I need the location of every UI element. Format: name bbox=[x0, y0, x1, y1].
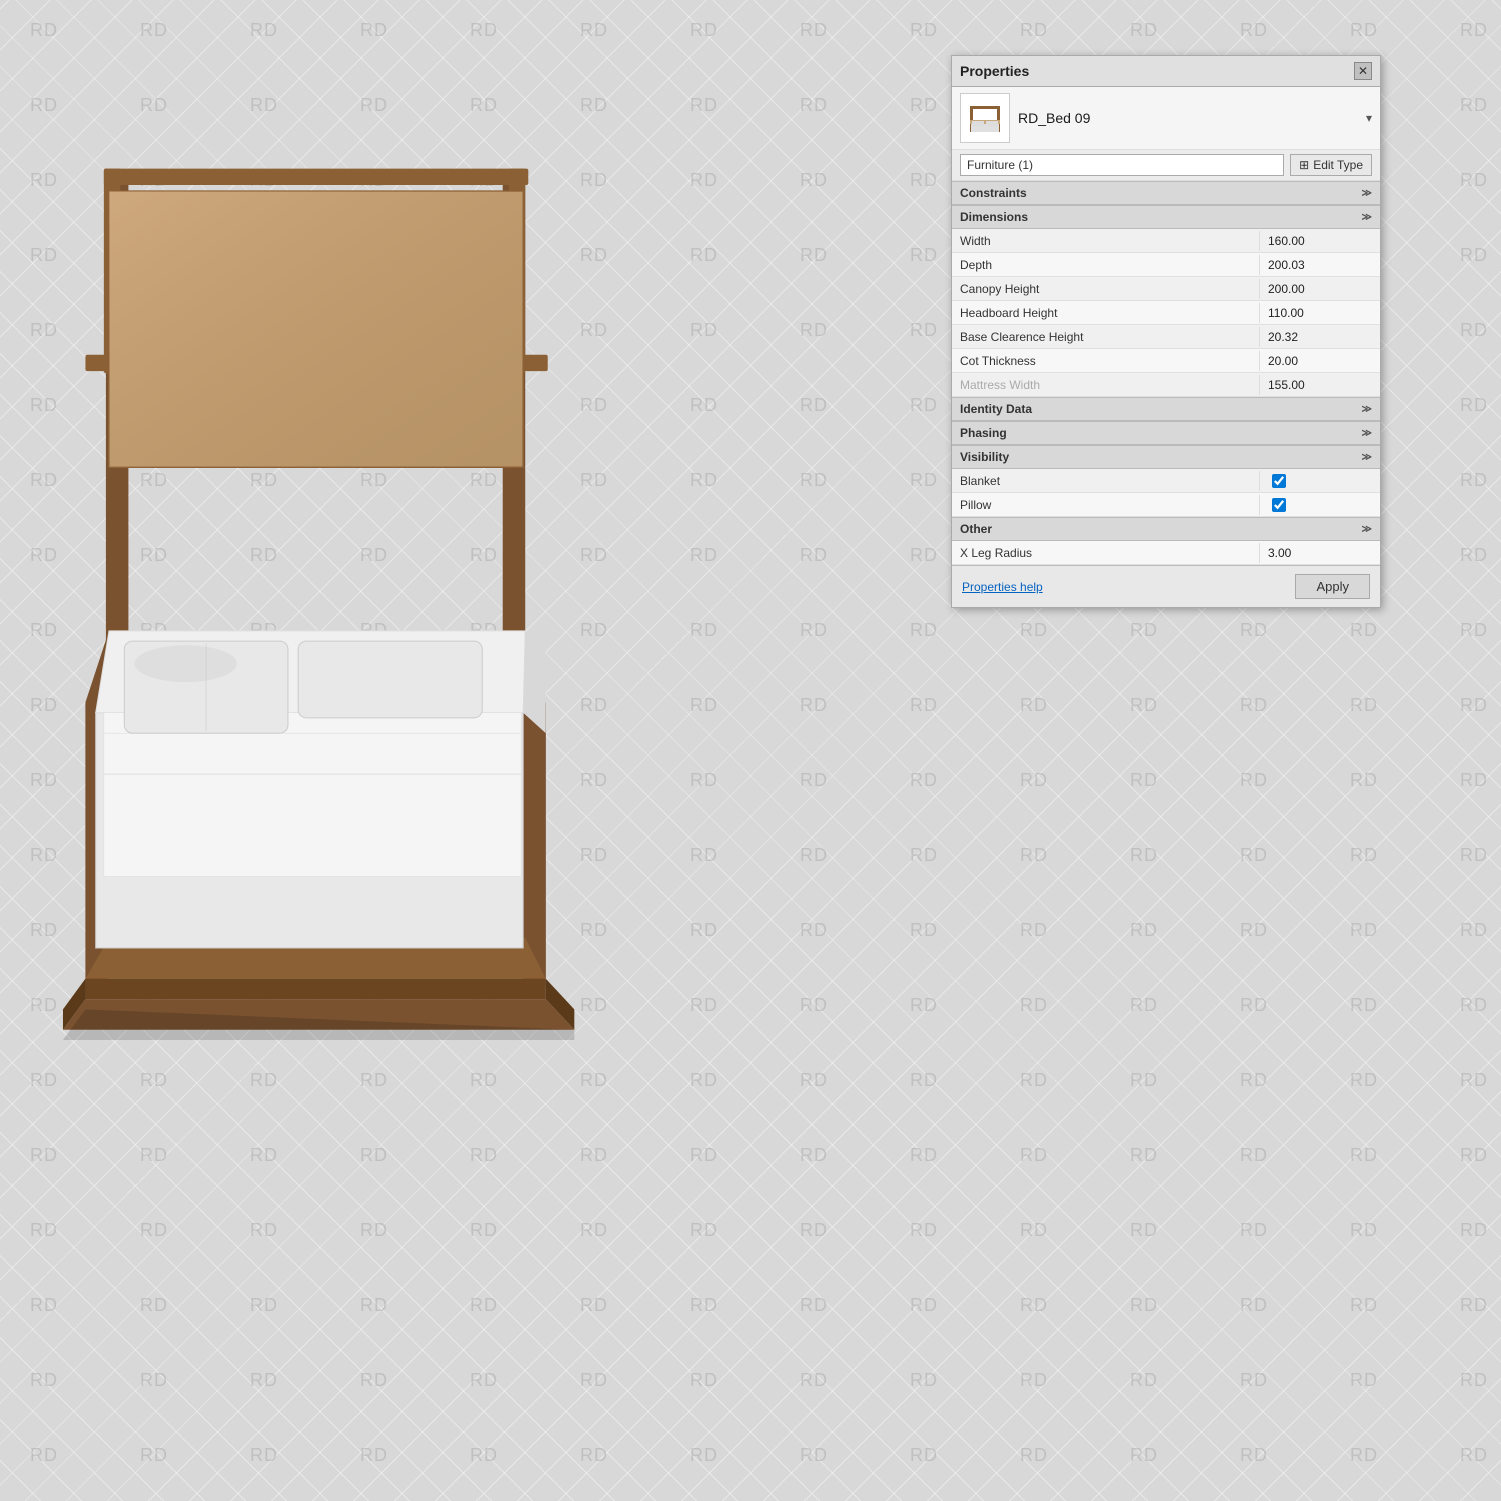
type-row: Furniture (1) ⊞ Edit Type bbox=[952, 150, 1380, 181]
headboard-height-value[interactable]: 110.00 bbox=[1260, 303, 1380, 323]
edit-type-button[interactable]: ⊞ Edit Type bbox=[1290, 154, 1372, 176]
headboard-height-label: Headboard Height bbox=[952, 303, 1260, 323]
canopy-height-row: Canopy Height 200.00 bbox=[952, 277, 1380, 301]
object-dropdown-arrow[interactable]: ▾ bbox=[1366, 111, 1372, 125]
other-label: Other bbox=[960, 522, 992, 536]
apply-button[interactable]: Apply bbox=[1295, 574, 1370, 599]
x-leg-radius-row: X Leg Radius 3.00 bbox=[952, 541, 1380, 565]
dimensions-label: Dimensions bbox=[960, 210, 1028, 224]
panel-title: Properties bbox=[960, 63, 1029, 79]
thumbnail-icon bbox=[965, 98, 1005, 138]
base-clearence-value[interactable]: 20.32 bbox=[1260, 327, 1380, 347]
depth-row: Depth 200.03 bbox=[952, 253, 1380, 277]
canopy-height-label: Canopy Height bbox=[952, 279, 1260, 299]
cot-thickness-row: Cot Thickness 20.00 bbox=[952, 349, 1380, 373]
section-phasing[interactable]: Phasing ≫ bbox=[952, 421, 1380, 445]
mattress-width-label: Mattress Width bbox=[952, 375, 1260, 395]
depth-value[interactable]: 200.03 bbox=[1260, 255, 1380, 275]
width-row: Width 160.00 bbox=[952, 229, 1380, 253]
panel-footer: Properties help Apply bbox=[952, 565, 1380, 607]
dimensions-arrow: ≫ bbox=[1362, 212, 1372, 223]
pillow-row: Pillow bbox=[952, 493, 1380, 517]
base-clearence-label: Base Clearence Height bbox=[952, 327, 1260, 347]
edit-type-label: Edit Type bbox=[1313, 158, 1363, 172]
phasing-arrow: ≫ bbox=[1362, 428, 1372, 439]
blanket-label: Blanket bbox=[952, 471, 1260, 491]
type-select[interactable]: Furniture (1) bbox=[960, 154, 1284, 176]
pillow-label: Pillow bbox=[952, 495, 1260, 515]
visibility-arrow: ≫ bbox=[1362, 452, 1372, 463]
other-arrow: ≫ bbox=[1362, 524, 1372, 535]
section-identity-data[interactable]: Identity Data ≫ bbox=[952, 397, 1380, 421]
properties-help-link[interactable]: Properties help bbox=[962, 580, 1043, 594]
visibility-label: Visibility bbox=[960, 450, 1009, 464]
constraints-arrow: ≫ bbox=[1362, 188, 1372, 199]
pillow-checkbox-container bbox=[1260, 495, 1380, 515]
canopy-height-value[interactable]: 200.00 bbox=[1260, 279, 1380, 299]
x-leg-radius-label: X Leg Radius bbox=[952, 543, 1260, 563]
cot-thickness-label: Cot Thickness bbox=[952, 351, 1260, 371]
identity-data-label: Identity Data bbox=[960, 402, 1032, 416]
section-visibility[interactable]: Visibility ≫ bbox=[952, 445, 1380, 469]
constraints-label: Constraints bbox=[960, 186, 1027, 200]
properties-panel: Properties ✕ RD_Bed 09 ▾ Furniture (1) bbox=[951, 55, 1381, 608]
section-other[interactable]: Other ≫ bbox=[952, 517, 1380, 541]
depth-label: Depth bbox=[952, 255, 1260, 275]
panel-header: Properties ✕ bbox=[952, 56, 1380, 87]
mattress-width-value[interactable]: 155.00 bbox=[1260, 375, 1380, 395]
blanket-checkbox-container bbox=[1260, 471, 1380, 491]
object-name: RD_Bed 09 bbox=[1018, 110, 1358, 126]
object-row: RD_Bed 09 ▾ bbox=[952, 87, 1380, 150]
mattress-width-row: Mattress Width 155.00 bbox=[952, 373, 1380, 397]
bed-illustration bbox=[20, 140, 740, 1040]
phasing-label: Phasing bbox=[960, 426, 1007, 440]
pillow-checkbox[interactable] bbox=[1272, 498, 1286, 512]
x-leg-radius-value[interactable]: 3.00 bbox=[1260, 543, 1380, 563]
blanket-row: Blanket bbox=[952, 469, 1380, 493]
width-value[interactable]: 160.00 bbox=[1260, 231, 1380, 251]
close-button[interactable]: ✕ bbox=[1354, 62, 1372, 80]
headboard-height-row: Headboard Height 110.00 bbox=[952, 301, 1380, 325]
base-clearence-row: Base Clearence Height 20.32 bbox=[952, 325, 1380, 349]
cot-thickness-value[interactable]: 20.00 bbox=[1260, 351, 1380, 371]
section-constraints[interactable]: Constraints ≫ bbox=[952, 181, 1380, 205]
blanket-checkbox[interactable] bbox=[1272, 474, 1286, 488]
width-label: Width bbox=[952, 231, 1260, 251]
object-thumbnail bbox=[960, 93, 1010, 143]
section-dimensions[interactable]: Dimensions ≫ bbox=[952, 205, 1380, 229]
identity-data-arrow: ≫ bbox=[1362, 404, 1372, 415]
edit-type-icon: ⊞ bbox=[1299, 158, 1309, 172]
